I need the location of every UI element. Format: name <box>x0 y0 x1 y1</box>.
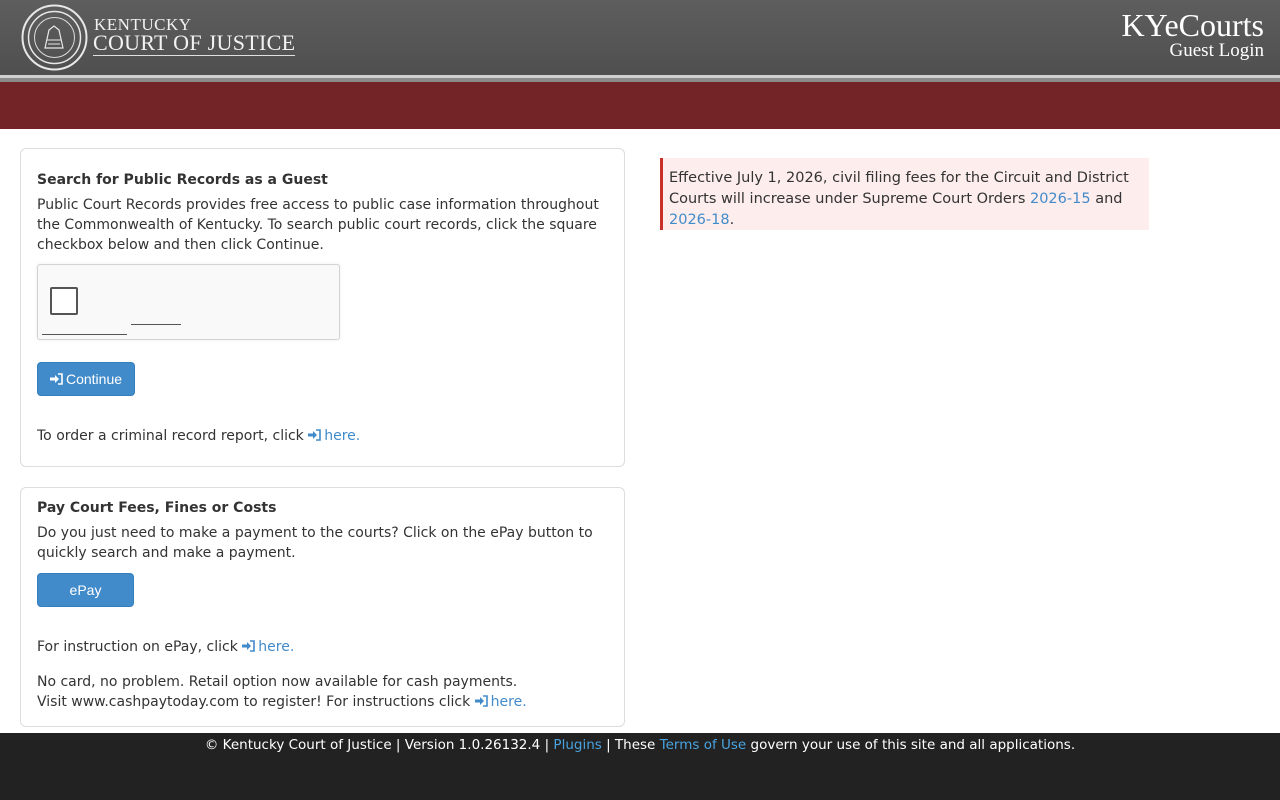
alert-period: . <box>729 212 735 228</box>
footer-tail: govern your use of this site and all app… <box>750 737 1076 753</box>
search-panel-description: Public Court Records provides free acces… <box>37 197 599 253</box>
org-name-line2: COURT OF JUSTICE <box>93 30 296 56</box>
cash-instructions-link[interactable]: here. <box>474 694 527 710</box>
sign-in-icon <box>49 373 63 385</box>
site-header: KENTUCKY COURT OF JUSTICE KYeCourts Gues… <box>0 0 1280 75</box>
epay-instruction-text: For instruction on ePay, click <box>37 639 238 655</box>
seal-icon <box>21 4 88 71</box>
site-footer: © Kentucky Court of Justice | Version 1.… <box>0 733 1280 800</box>
alert-and: and <box>1095 191 1123 207</box>
pay-fees-panel: Pay Court Fees, Fines or Costs Do you ju… <box>20 487 625 727</box>
cash-payment-text: No card, no problem. Retail option now a… <box>37 674 518 710</box>
app-subtitle: Guest Login <box>1169 40 1264 61</box>
cash-instructions-link-label: here. <box>490 694 527 710</box>
criminal-record-text: To order a criminal record report, click <box>37 428 304 444</box>
pay-panel-title: Pay Court Fees, Fines or Costs <box>37 500 277 516</box>
continue-label: Continue <box>65 371 123 387</box>
app-title: KYeCourts <box>1121 7 1264 43</box>
captcha-underline <box>42 334 127 335</box>
epay-instruction-line: For instruction on ePay, click here. <box>37 637 294 657</box>
captcha-widget <box>37 264 340 340</box>
epay-button[interactable]: ePay <box>37 573 134 607</box>
sign-in-icon <box>474 695 488 707</box>
epay-instruction-link-label: here. <box>258 639 295 655</box>
sign-in-icon <box>308 429 322 441</box>
order-2026-15-link[interactable]: 2026-15 <box>1030 191 1091 207</box>
footer-separator: | These <box>606 737 656 753</box>
epay-label: ePay <box>69 582 102 598</box>
search-records-panel: Search for Public Records as a Guest Pub… <box>20 148 625 467</box>
footer-copyright: © Kentucky Court of Justice | Version 1.… <box>204 737 550 753</box>
sign-in-icon <box>242 640 256 652</box>
epay-instruction-link[interactable]: here. <box>242 639 294 655</box>
criminal-record-link[interactable]: here. <box>308 428 360 444</box>
cash-payment-line: No card, no problem. Retail option now a… <box>37 672 537 712</box>
fee-increase-alert: Effective July 1, 2026, civil filing fee… <box>660 158 1149 230</box>
captcha-checkbox[interactable] <box>50 287 78 315</box>
pay-panel-description: Do you just need to make a payment to th… <box>37 525 593 561</box>
captcha-underline <box>131 324 181 325</box>
search-panel-title: Search for Public Records as a Guest <box>37 172 328 188</box>
nav-bar <box>0 82 1280 129</box>
terms-of-use-link[interactable]: Terms of Use <box>660 737 747 753</box>
criminal-record-line: To order a criminal record report, click… <box>37 426 360 446</box>
continue-button[interactable]: Continue <box>37 362 135 396</box>
plugins-link[interactable]: Plugins <box>553 737 601 753</box>
order-2026-18-link[interactable]: 2026-18 <box>669 212 730 228</box>
criminal-record-link-label: here. <box>324 428 361 444</box>
